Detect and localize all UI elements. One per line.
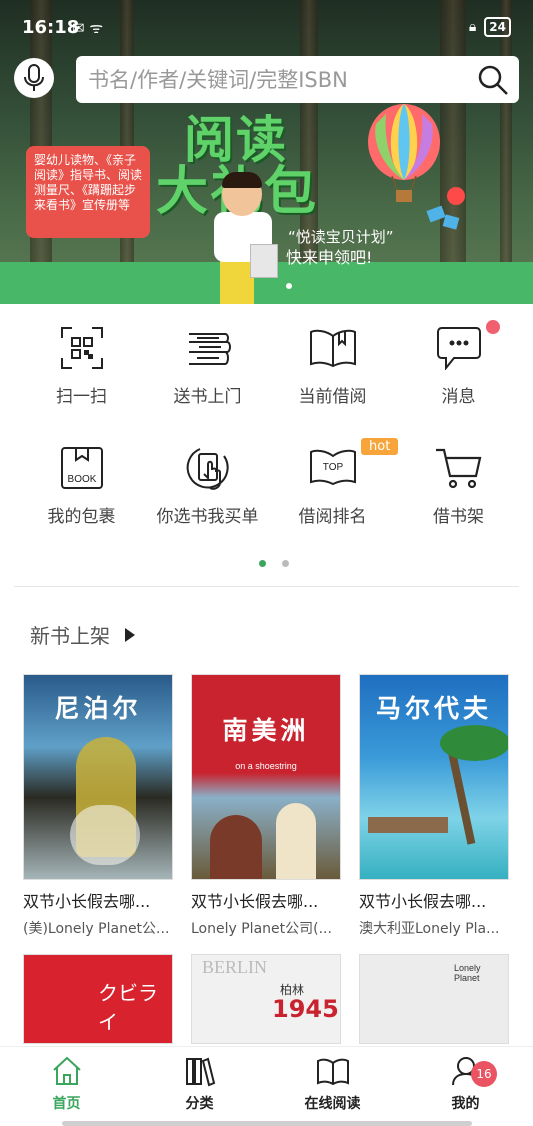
quick-label: 消息 xyxy=(441,387,476,407)
book-author: Lonely Planet公司(... xyxy=(191,921,332,937)
quick-label: 借书架 xyxy=(433,507,484,527)
quick-label: 我的包裹 xyxy=(47,507,116,527)
new-books-header[interactable]: 新书上架 xyxy=(30,620,136,649)
tab-online-reading[interactable]: 在线阅读 xyxy=(266,1055,399,1113)
banner-page-indicator xyxy=(286,283,292,289)
status-right-icons: 🔒︎ 24 xyxy=(469,17,511,37)
book-cover[interactable]: Lonely Planet xyxy=(359,954,509,1044)
quick-label: 你选书我买单 xyxy=(156,507,259,527)
book-card[interactable]: 南美洲 on a shoestring 双节小长假去哪... Lonely Pl… xyxy=(191,674,341,938)
quick-label: 送书上门 xyxy=(173,387,242,407)
status-notification-icons: ✉ ᯤ xyxy=(72,19,104,37)
book-stack-icon xyxy=(188,333,231,365)
book-cover[interactable]: クビライ xyxy=(23,954,173,1044)
quick-label: 扫一扫 xyxy=(56,387,107,407)
top-book-icon: TOP xyxy=(309,449,356,486)
child-illustration xyxy=(212,172,278,304)
home-delivery-entry[interactable]: 送书上门 xyxy=(141,320,274,430)
chat-bubble-icon xyxy=(436,327,481,370)
grid-page-dot xyxy=(282,560,289,567)
status-time: 16:18 xyxy=(22,17,80,38)
book-card[interactable]: 马尔代夫 双节小长假去哪... 澳大利亚Lonely Pla... xyxy=(359,674,509,938)
tap-hand-icon xyxy=(186,448,229,490)
scan-entry[interactable]: 扫一扫 xyxy=(15,320,148,430)
book-author: (美)Lonely Planet公... xyxy=(23,921,170,937)
tab-mine[interactable]: 我的 16 xyxy=(399,1055,532,1113)
quick-access-grid: 扫一扫 送书上门 当前借阅 消息 BOOK 我的包裹 你选书我买单 TOP 借阅… xyxy=(0,304,533,584)
tab-home[interactable]: 首页 xyxy=(0,1055,133,1113)
status-bar: 16:18 ✉ ᯤ 🔒︎ 24 xyxy=(0,0,533,56)
quick-label: 借阅排名 xyxy=(298,507,367,527)
my-package-entry[interactable]: BOOK 我的包裹 xyxy=(15,440,148,550)
search-icon xyxy=(478,65,508,95)
hot-air-balloon-icon xyxy=(368,104,465,230)
search-bar[interactable] xyxy=(76,56,519,103)
book-author: 澳大利亚Lonely Pla... xyxy=(359,921,500,937)
cart-icon xyxy=(435,448,481,489)
book-cover: 尼泊尔 xyxy=(23,674,173,880)
book-cover[interactable]: BERLIN 柏林 1945 xyxy=(191,954,341,1044)
tab-category[interactable]: 分类 xyxy=(133,1055,266,1113)
borrow-ranking-entry[interactable]: TOP 借阅排名 xyxy=(266,440,399,550)
voice-search-button[interactable] xyxy=(14,58,54,98)
home-icon xyxy=(52,1056,81,1085)
message-unread-dot xyxy=(486,320,500,334)
messages-entry[interactable]: 消息 xyxy=(392,320,525,430)
package-book-icon: BOOK xyxy=(60,447,103,489)
svg-text:TOP: TOP xyxy=(322,462,343,473)
triangle-right-icon xyxy=(125,627,135,642)
purchase-suggest-entry[interactable]: 你选书我买单 xyxy=(141,440,274,550)
category-books-icon xyxy=(185,1057,215,1087)
promo-cta: 快来申领吧! xyxy=(286,248,373,267)
book-cover: 马尔代夫 xyxy=(359,674,509,880)
promo-bubble: 婴幼儿读物、《亲子阅读》指导书、阅读测量尺、《蹒跚起步来看书》宣传册等 xyxy=(26,146,150,238)
bottom-tab-bar: 首页 分类 在线阅读 我的 16 xyxy=(0,1046,533,1126)
lock-icon: 🔒︎ xyxy=(468,19,477,35)
current-borrow-entry[interactable]: 当前借阅 xyxy=(266,320,399,430)
book-title: 双节小长假去哪... xyxy=(191,892,319,911)
svg-text:BOOK: BOOK xyxy=(67,474,96,485)
open-book-icon xyxy=(309,329,356,368)
book-title: 双节小长假去哪... xyxy=(23,892,151,911)
book-title: 双节小长假去哪... xyxy=(359,892,487,911)
search-input[interactable] xyxy=(88,67,458,92)
qr-scan-icon xyxy=(60,327,103,369)
section-divider xyxy=(14,586,519,587)
read-book-icon xyxy=(316,1058,349,1086)
microphone-icon xyxy=(24,64,44,91)
battery-icon: 24 xyxy=(484,17,511,37)
unread-count-badge: 16 xyxy=(471,1061,497,1087)
book-cart-entry[interactable]: 借书架 xyxy=(392,440,525,550)
grid-page-dot-active xyxy=(259,560,266,567)
book-cover: 南美洲 on a shoestring xyxy=(191,674,341,880)
section-title: 新书上架 xyxy=(30,624,110,648)
quick-label: 当前借阅 xyxy=(298,387,367,407)
book-card[interactable]: 尼泊尔 双节小长假去哪... (美)Lonely Planet公... xyxy=(23,674,173,938)
home-indicator xyxy=(62,1121,472,1126)
search-button[interactable] xyxy=(477,64,509,100)
app-screen: 婴幼儿读物、《亲子阅读》指导书、阅读测量尺、《蹒跚起步来看书》宣传册等 阅读 大… xyxy=(0,0,533,1126)
